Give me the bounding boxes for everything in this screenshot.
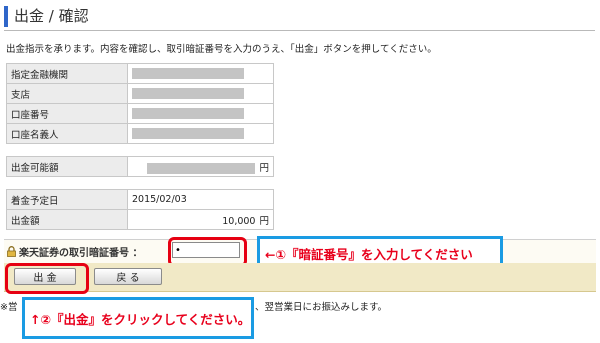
account-number-label: 口座番号 xyxy=(6,103,128,124)
page-title: 出金 / 確認 xyxy=(14,7,89,25)
table-row: 口座名義人 xyxy=(6,123,274,144)
lock-icon xyxy=(7,246,16,257)
footer-note-prefix: ※営 xyxy=(0,302,18,313)
footer-note: ※営 、翌営業日にお振込みします。 xyxy=(0,299,387,313)
button-bar: 出 金 戻 る xyxy=(4,263,596,292)
currency-unit: 円 xyxy=(259,162,269,174)
pin-label: 楽天証券の取引暗証番号 ： xyxy=(19,248,143,259)
bank-account-table: 指定金融機関 支店 口座番号 口座名義人 xyxy=(6,63,274,144)
available-amount-table: 出金可能額 円 xyxy=(6,156,274,177)
table-row: 支店 xyxy=(6,83,274,104)
table-row: 出金額 10,000 円 xyxy=(6,209,274,230)
table-row: 指定金融機関 xyxy=(6,63,274,84)
available-amount-label: 出金可能額 xyxy=(6,156,128,177)
arrival-date-value: 2015/02/03 xyxy=(127,189,274,210)
withdraw-amount-label: 出金額 xyxy=(6,209,128,230)
pin-callout-text: ←①『暗証番号』を入力してください xyxy=(265,247,473,262)
masked-value xyxy=(147,162,256,174)
table-row: 着金予定日 2015/02/03 xyxy=(6,189,274,210)
masked-value xyxy=(132,88,244,99)
title-accent-bar xyxy=(4,6,8,27)
masked-value xyxy=(132,108,244,119)
account-holder-label: 口座名義人 xyxy=(6,123,128,144)
back-button[interactable]: 戻 る xyxy=(94,268,162,285)
table-row: 出金可能額 円 xyxy=(6,156,274,177)
page-header: 出金 / 確認 xyxy=(4,6,595,31)
withdraw-highlight-box xyxy=(5,263,89,294)
bank-label: 指定金融機関 xyxy=(6,63,128,84)
footer-note-suffix: 、翌営業日にお振込みします。 xyxy=(255,302,388,313)
withdraw-detail-table: 着金予定日 2015/02/03 出金額 10,000 円 xyxy=(6,189,274,230)
withdraw-callout: ↑②『出金』をクリックしてください。 xyxy=(22,297,254,339)
instruction-text: 出金指示を承ります。内容を確認し、取引暗証番号を入力のうえ、「出金」ボタンを押し… xyxy=(6,44,437,55)
table-row: 口座番号 xyxy=(6,103,274,124)
withdraw-callout-text: ↑②『出金』をクリックしてください。 xyxy=(30,312,251,327)
branch-label: 支店 xyxy=(6,83,128,104)
arrival-date-label: 着金予定日 xyxy=(6,189,128,210)
currency-unit: 円 xyxy=(259,215,269,227)
masked-value xyxy=(132,68,244,79)
masked-value xyxy=(132,128,244,139)
withdraw-amount-value: 10,000 xyxy=(222,215,256,227)
